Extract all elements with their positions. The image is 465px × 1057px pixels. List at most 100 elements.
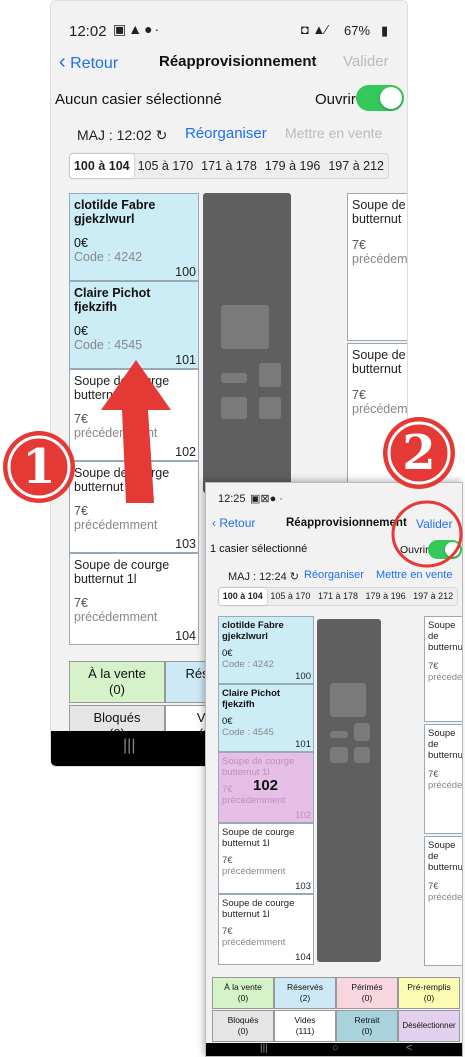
locker-104[interactable]: Soupe de courge butternut 1l 7€ précédem… xyxy=(218,894,314,965)
sell-button[interactable]: Mettre en vente xyxy=(376,569,452,581)
reorganize-button[interactable]: Réorganiser xyxy=(304,569,364,581)
locker-right-2[interactable]: Soupe de butternut 7€ précédem xyxy=(424,724,463,834)
system-navbar: ||| ○ < xyxy=(206,1042,462,1056)
locker-tower-graphic xyxy=(203,193,291,493)
locker-tower-graphic xyxy=(317,619,381,962)
locker-100[interactable]: clotilde Fabre gjekzlwurl 0€ Code : 4242… xyxy=(69,193,199,281)
locker-title: Soupe de courge butternut 1l xyxy=(222,827,295,849)
back-label: Retour xyxy=(70,55,119,72)
back-button[interactable]: ‹ Retour xyxy=(212,516,255,530)
locker-102-selected[interactable]: Soupe de courge butternut 1l 7€ précédem… xyxy=(218,752,314,823)
last-update-text: MAJ : 12:02 xyxy=(77,127,152,143)
tab-100-104[interactable]: 100 à 104 xyxy=(70,154,134,178)
filter-blocked-button[interactable]: Bloqués(0) xyxy=(212,1010,274,1042)
locker-right-1[interactable]: Soupe de butternut 7€ précédem xyxy=(424,616,463,722)
filter-for-sale-button[interactable]: À la vente (0) xyxy=(69,661,165,703)
refresh-icon[interactable]: ↻ xyxy=(290,571,299,583)
range-tabs: 100 à 104 105 à 170 171 à 178 179 à 196 … xyxy=(69,153,389,179)
locker-right-3[interactable]: Soupe de butternut 7€ précédem xyxy=(424,836,462,966)
filter-pickup-button[interactable]: Retrait (0) xyxy=(336,1010,398,1042)
status-icons: ▣⊠● · xyxy=(250,493,283,505)
back-button[interactable]: ‹ Retour xyxy=(59,51,118,74)
validate-button[interactable]: Valider xyxy=(343,53,389,70)
locker-number: 101 xyxy=(175,353,196,367)
locker-status: précédem xyxy=(352,252,408,266)
locker-title: Soupe de butternut xyxy=(352,198,406,226)
tab-105-170[interactable]: 105 à 170 xyxy=(267,588,315,605)
locker-status: précédem xyxy=(428,780,463,791)
button-count: (111) xyxy=(295,1026,315,1036)
locker-101[interactable]: Claire Pichot fjekzifh 0€ Code : 4545 10… xyxy=(218,684,314,752)
tab-100-104[interactable]: 100 à 104 xyxy=(219,588,267,605)
status-time: 12:02 xyxy=(69,23,107,40)
locker-number: 104 xyxy=(295,952,311,963)
tab-197-212[interactable]: 197 à 212 xyxy=(409,588,457,605)
filter-prefilled-button[interactable]: Pré-remplis (0) xyxy=(398,977,460,1009)
locker-status: précédem xyxy=(428,672,463,683)
filter-reserved-button[interactable]: Réservés(2) xyxy=(274,977,336,1009)
page-title: Réapprovisionnement xyxy=(286,517,407,529)
locker-price: 7€ xyxy=(352,238,366,252)
button-count: (0) xyxy=(109,682,125,697)
sell-button[interactable]: Mettre en vente xyxy=(285,125,382,141)
locker-price: 7€ xyxy=(74,596,88,610)
selected-locker-number: 102 xyxy=(253,777,279,794)
locker-price: 7€ xyxy=(428,769,439,780)
button-count: (0) xyxy=(237,1026,249,1036)
locker-title: clotilde Fabre gjekzlwurl xyxy=(222,620,284,642)
recents-icon[interactable]: ||| xyxy=(123,737,135,755)
locker-price: 0€ xyxy=(222,716,233,727)
step-2-badge: 2 xyxy=(380,414,458,492)
locker-title: Soupe de butternut xyxy=(428,620,463,653)
locker-title: Soupe de butternut xyxy=(352,348,406,376)
locker-price: 0€ xyxy=(74,324,88,338)
battery-icon: ▮ xyxy=(381,23,389,38)
locker-code: Code : 4545 xyxy=(74,338,143,352)
locker-100[interactable]: clotilde Fabre gjekzlwurl 0€ Code : 4242… xyxy=(218,616,314,684)
recents-icon[interactable]: ||| xyxy=(260,1043,268,1054)
tab-105-170[interactable]: 105 à 170 xyxy=(134,154,198,178)
button-label: Périmés xyxy=(351,982,383,993)
chevron-left-icon: ‹ xyxy=(212,516,216,530)
tab-171-178[interactable]: 171 à 178 xyxy=(197,154,261,178)
button-count: (0) xyxy=(361,1026,373,1036)
red-arrow-icon xyxy=(101,360,171,503)
filter-for-sale-button[interactable]: À la vente (0) xyxy=(212,977,274,1009)
tab-171-178[interactable]: 171 à 178 xyxy=(314,588,362,605)
locker-status: précédemment xyxy=(222,795,286,806)
locker-price: 7€ xyxy=(222,926,233,937)
filter-expired-button[interactable]: Périmés (0) xyxy=(336,977,398,1009)
locker-price: 0€ xyxy=(222,648,233,659)
open-toggle[interactable] xyxy=(356,85,404,111)
selection-status: Aucun casier sélectionné xyxy=(55,91,222,108)
button-count: (0) xyxy=(361,993,373,1003)
toggle-knob xyxy=(380,87,402,109)
locker-status: précédemment xyxy=(222,866,286,877)
signal-icon: ◘ ▲⁄ xyxy=(301,22,328,37)
locker-103[interactable]: Soupe de courge butternut 1l 7€ précédem… xyxy=(218,823,314,894)
home-icon[interactable]: ○ xyxy=(332,1042,339,1054)
selection-status: 1 casier sélectionné xyxy=(210,543,308,555)
locker-title: Soupe de courge butternut 1l xyxy=(74,558,170,586)
status-icons: ▣▲●· xyxy=(113,21,162,37)
refresh-icon[interactable]: ↻ xyxy=(156,127,168,143)
locker-number: 103 xyxy=(175,537,196,551)
locker-104[interactable]: Soupe de courge butternut 1l 7€ précédem… xyxy=(69,553,199,645)
filter-empty-button[interactable]: Vides(111) xyxy=(274,1010,336,1042)
nav-back-icon[interactable]: < xyxy=(406,1042,412,1054)
locker-price: 7€ xyxy=(428,881,439,892)
tab-179-196[interactable]: 179 à 196 xyxy=(362,588,410,605)
locker-title: Soupe de courge butternut 1l xyxy=(222,756,295,778)
locker-price: 7€ xyxy=(222,855,233,866)
tab-179-196[interactable]: 179 à 196 xyxy=(261,154,325,178)
button-label: Retrait xyxy=(354,1015,380,1026)
deselect-button[interactable]: Désélectionner xyxy=(398,1010,460,1042)
reorganize-button[interactable]: Réorganiser xyxy=(185,125,267,142)
locker-right-1[interactable]: Soupe de butternut 7€ précédem xyxy=(347,193,408,341)
locker-number: 104 xyxy=(175,629,196,643)
battery-level: 67% xyxy=(344,23,371,38)
locker-title: Claire Pichot fjekzifh xyxy=(74,286,151,314)
last-update-text: MAJ : 12:24 xyxy=(228,571,287,583)
tab-197-212[interactable]: 197 à 212 xyxy=(324,154,388,178)
button-label: Vides xyxy=(294,1015,316,1026)
